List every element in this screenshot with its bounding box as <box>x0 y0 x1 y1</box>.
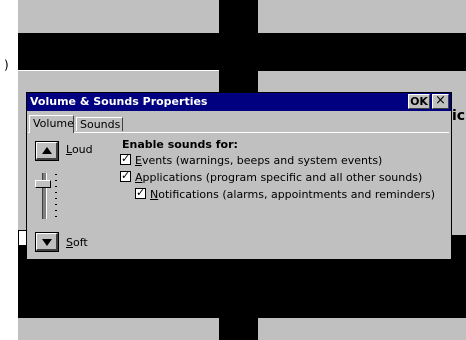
down-arrow-icon <box>41 239 52 246</box>
dialog-title-bar[interactable]: Volume & Sounds Properties OK × <box>27 93 451 111</box>
slider-tick <box>55 174 57 175</box>
slider-tick <box>55 216 57 217</box>
applications-label: Applications (program specific and all o… <box>135 171 423 184</box>
up-arrow-icon <box>41 147 52 154</box>
background-text-fragment-right: ic <box>452 108 466 124</box>
soft-label: Soft <box>66 236 88 249</box>
events-label: Events (warnings, beeps and system event… <box>135 154 383 167</box>
events-checkbox[interactable]: ✓ <box>120 152 131 165</box>
slider-tick <box>55 180 57 181</box>
slider-tick <box>55 192 57 193</box>
volume-sounds-dialog: Volume & Sounds Properties OK × Volume S… <box>26 92 452 260</box>
volume-down-button[interactable] <box>35 232 59 252</box>
slider-tick <box>55 186 57 187</box>
applications-checkbox[interactable]: ✓ <box>120 169 131 182</box>
background-left-margin <box>0 0 18 340</box>
background-text-fragment: ) <box>4 58 9 72</box>
slider-tick <box>55 204 57 205</box>
tab-volume[interactable]: Volume <box>29 115 74 133</box>
check-icon: ✓ <box>121 169 131 182</box>
background-divider <box>18 70 219 71</box>
slider-tick <box>55 198 57 199</box>
notifications-checkbox[interactable]: ✓ <box>135 186 146 199</box>
volume-up-button[interactable] <box>35 141 59 161</box>
close-button[interactable]: × <box>432 94 449 109</box>
dialog-title: Volume & Sounds Properties <box>30 95 208 108</box>
volume-slider-thumb[interactable] <box>35 180 51 188</box>
notifications-label: Notifications (alarms, appointments and … <box>150 188 435 201</box>
check-icon: ✓ <box>121 152 131 165</box>
enable-sounds-heading: Enable sounds for: <box>122 138 238 151</box>
ok-button[interactable]: OK <box>408 94 430 109</box>
loud-label: Loud <box>66 143 93 156</box>
tab-sounds[interactable]: Sounds <box>76 117 123 131</box>
slider-tick <box>55 210 57 211</box>
check-icon: ✓ <box>136 186 146 199</box>
